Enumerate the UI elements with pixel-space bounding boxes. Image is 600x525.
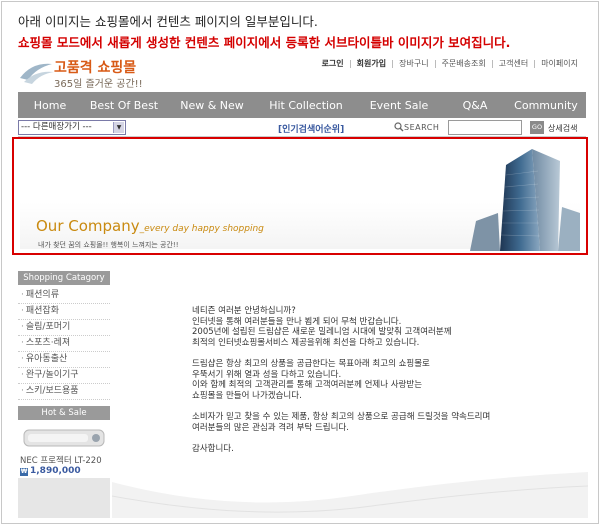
order-tracking-link[interactable]: 주문배송조회 — [442, 58, 486, 69]
bullet-icon: · — [21, 354, 24, 364]
store-shortcut-value: --- 다른매장가기 --- — [21, 122, 92, 132]
projector-product-image[interactable] — [20, 422, 108, 452]
category-item[interactable]: · 스키/보드용품 — [18, 384, 110, 400]
search-bar: --- 다른매장가기 --- ▼ [인기검색어순위] SEARCH GO 상세검… — [18, 120, 586, 137]
paragraph: 소비자가 믿고 찾을 수 있는 제품, 항상 최고의 상품으로 공급해 드릴것을… — [192, 412, 572, 433]
content-body: 네티즌 여러분 안녕하십니까? 인터넷을 통해 여러분들을 만나 뵙게 되어 무… — [192, 306, 572, 466]
paragraph: 드림샵은 항상 최고의 상품을 공급한다는 목표아래 최고의 쇼핑몰로 우뚝서기… — [192, 359, 572, 401]
category-item[interactable]: · 유아동출산 — [18, 352, 110, 368]
login-link[interactable]: 로그인 — [322, 58, 344, 69]
product-price: ₩1,890,000 — [20, 466, 81, 476]
caption-line-2: 쇼핑몰 모드에서 새롭게 생성한 컨텐츠 페이지에서 등록한 서브타이틀바 이미… — [18, 35, 511, 50]
paragraph: 네티즌 여러분 안녕하십니까? 인터넷을 통해 여러분들을 만나 뵙게 되어 무… — [192, 306, 572, 348]
cart-link[interactable]: 장바구니 — [399, 58, 428, 69]
nav-qna[interactable]: Q&A — [444, 92, 506, 118]
text-line: 여러분들의 많은 관심과 격려 부탁 드립니다. — [192, 422, 349, 433]
category-label: 스포츠·레져 — [25, 338, 71, 348]
hot-sale-title: Hot & Sale — [18, 406, 110, 420]
logo-title: 고품격 쇼핑몰 — [54, 60, 137, 76]
logo-swoosh-icon — [20, 63, 54, 84]
nav-hit-collection[interactable]: Hit Collection — [258, 92, 354, 118]
search-label: SEARCH — [404, 123, 440, 132]
nav-community[interactable]: Community — [506, 92, 586, 118]
banner-company-name: Our Company — [36, 217, 140, 235]
text-line: 최적의 인터넷쇼핑몰서비스 제공을위해 최선을 다하고 있습니다. — [192, 337, 420, 348]
top-links: 로그인 회원가입 장바구니 주문배송조회 고객센터 마이페이지 — [322, 58, 578, 69]
category-item[interactable]: · 완구/놀이기구 — [18, 368, 110, 384]
product-name[interactable]: NEC 프로젝터 LT-220 — [20, 454, 102, 466]
category-label: 패션의류 — [25, 290, 59, 300]
category-label: 완구/놀이기구 — [25, 370, 79, 380]
text-line: 네티즌 여러분 안녕하십니까? — [192, 306, 296, 316]
chevron-down-icon[interactable]: ▼ — [113, 122, 124, 133]
category-title: Shopping Catagory — [18, 271, 110, 285]
sidebar-footer — [18, 478, 110, 518]
office-building-image — [470, 149, 580, 251]
text-line: 인터넷을 통해 여러분들을 만나 뵙게 되어 무척 반갑습니다. — [192, 316, 402, 327]
banner-subtext: 내가 찾던 꿈의 쇼핑몰!! 행복이 느껴지는 공간!! — [38, 241, 179, 249]
category-label: 패션잡화 — [25, 306, 59, 316]
text-line: 쇼핑몰을 만들어 나가겠습니다. — [192, 390, 302, 401]
main-nav: Home Best Of Best New & New Hit Collecti… — [18, 92, 586, 118]
customer-center-link[interactable]: 고객센터 — [499, 58, 528, 69]
subtitle-banner: Our Company_every day happy shopping 내가 … — [12, 137, 588, 255]
caption-line-1: 아래 이미지는 쇼핑몰에서 컨텐츠 페이지의 일부분입니다. — [18, 14, 318, 29]
shop-screenshot: 고품격 쇼핑몰 365일 즐거운 공간!! 로그인 회원가입 장바구니 주문배송… — [12, 52, 588, 518]
text-line: 2005년에 설립된 드림샵은 새로운 밀레니엄 시대에 발맞춰 고객여러분께 — [192, 327, 452, 337]
divider — [392, 59, 394, 68]
store-shortcut-select[interactable]: --- 다른매장가기 --- ▼ — [18, 120, 126, 135]
bullet-icon: · — [21, 338, 24, 348]
advanced-search-link[interactable]: 상세검색 — [548, 123, 577, 134]
product-price-value: 1,890,000 — [30, 466, 81, 476]
popular-keywords-link[interactable]: [인기검색어순위] — [278, 122, 344, 135]
bullet-icon: · — [21, 306, 24, 316]
category-label: 유아동출산 — [25, 354, 68, 364]
banner-company-title: Our Company_every day happy shopping — [36, 217, 264, 235]
decorative-wave — [112, 472, 588, 518]
mypage-link[interactable]: 마이페이지 — [541, 58, 578, 69]
nav-best-of-best[interactable]: Best Of Best — [82, 92, 166, 118]
bullet-icon: · — [21, 322, 24, 332]
divider — [491, 59, 493, 68]
category-label: 슬림/포머기 — [25, 322, 71, 332]
category-item[interactable]: · 스포츠·레져 — [18, 336, 110, 352]
banner-tagline: _every day happy shopping — [139, 224, 264, 234]
category-label: 스키/보드용품 — [25, 386, 79, 396]
nav-event-sale[interactable]: Event Sale — [354, 92, 444, 118]
logo[interactable]: 고품격 쇼핑몰 365일 즐거운 공간!! — [18, 56, 168, 90]
search-input[interactable] — [448, 120, 522, 135]
bullet-icon: · — [21, 386, 24, 396]
search-go-button[interactable]: GO — [530, 121, 544, 134]
category-item[interactable]: · 패션잡화 — [18, 304, 110, 320]
bullet-icon: · — [21, 370, 24, 380]
text-line: 소비자가 믿고 찾을 수 있는 제품, 항상 최고의 상품으로 공급해 드릴것을… — [192, 412, 491, 422]
divider — [349, 59, 351, 68]
category-item[interactable]: · 패션의류 — [18, 288, 110, 304]
join-link[interactable]: 회원가입 — [357, 58, 386, 69]
bullet-icon: · — [21, 290, 24, 300]
category-list: · 패션의류 · 패션잡화 · 슬림/포머기 · 스포츠·레져 · 유아동출산 · 완구/놀… — [18, 288, 110, 400]
logo-subtitle: 365일 즐거운 공간!! — [54, 79, 143, 90]
text-line: 우뚝서기 위해 열과 성을 다하고 있습니다. — [192, 369, 342, 380]
won-icon: ₩ — [20, 468, 28, 476]
divider — [534, 59, 536, 68]
nav-new-and-new[interactable]: New & New — [166, 92, 258, 118]
nav-home[interactable]: Home — [18, 92, 82, 118]
text-line: 이와 함께 최적의 고객관리를 통해 고객여러분께 언제나 사랑받는 — [192, 380, 423, 390]
search-icon — [394, 122, 404, 132]
divider — [434, 59, 436, 68]
category-item[interactable]: · 슬림/포머기 — [18, 320, 110, 336]
text-line: 드림샵은 항상 최고의 상품을 공급한다는 목표아래 최고의 쇼핑몰로 — [192, 359, 430, 369]
